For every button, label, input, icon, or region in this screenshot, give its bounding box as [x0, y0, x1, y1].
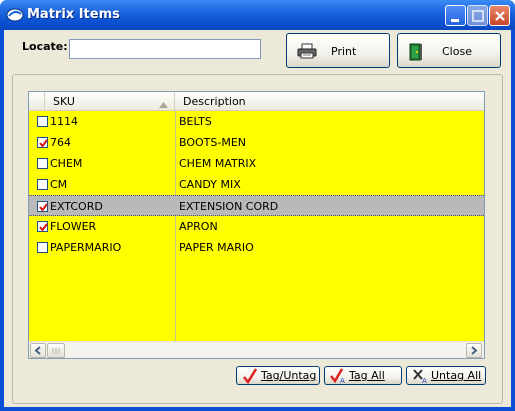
row-checkbox[interactable]: [37, 201, 48, 212]
cell-description: BELTS: [179, 115, 212, 128]
cell-description: EXTENSION CORD: [179, 200, 279, 213]
horizontal-scrollbar[interactable]: [29, 341, 484, 358]
maximize-icon: [472, 10, 484, 22]
printer-icon: [297, 43, 317, 62]
table-row[interactable]: CHEM CHEM MATRIX: [29, 153, 484, 174]
cell-sku: CHEM: [50, 157, 83, 170]
close-x-icon: [495, 11, 505, 21]
row-checkbox[interactable]: [37, 137, 48, 148]
locate-input[interactable]: [69, 39, 261, 59]
cell-sku: 764: [50, 136, 71, 149]
chevron-right-icon: [471, 346, 478, 355]
table-row[interactable]: CM CANDY MIX: [29, 174, 484, 195]
cell-description: BOOTS-MEN: [179, 136, 247, 149]
exit-door-icon: [408, 43, 424, 64]
row-checkbox[interactable]: [37, 242, 48, 253]
chevron-left-icon: [34, 346, 41, 355]
window-close-button[interactable]: [489, 5, 510, 26]
cell-description: CANDY MIX: [179, 178, 241, 191]
header-sku-label: SKU: [53, 95, 75, 108]
close-label: Close: [442, 45, 472, 58]
untag-all-button[interactable]: A Untag All: [406, 366, 486, 385]
items-grid[interactable]: SKU Description 1114 BELTS 764 BOOTS-MEN…: [28, 91, 485, 359]
svg-text:A: A: [422, 377, 427, 384]
cell-description: PAPER MARIO: [179, 241, 254, 254]
app-icon[interactable]: [6, 7, 24, 23]
window-title: Matrix Items: [27, 7, 120, 22]
scroll-thumb[interactable]: [47, 343, 65, 358]
scroll-right-button[interactable]: [466, 343, 482, 358]
untag-all-label: Untag All: [431, 369, 482, 382]
row-checkbox[interactable]: [37, 179, 48, 190]
window-client-area: Locate: Print Close SKU Description 1114…: [4, 30, 511, 407]
matrix-items-window: Matrix Items Locate: Print Close SKU Des…: [0, 0, 515, 411]
checkmark-icon: [39, 223, 48, 232]
minimize-button[interactable]: [445, 5, 466, 26]
table-row[interactable]: 764 BOOTS-MEN: [29, 132, 484, 153]
cell-sku: PAPERMARIO: [50, 241, 122, 254]
table-row[interactable]: EXTCORD EXTENSION CORD: [29, 195, 484, 216]
table-row[interactable]: PAPERMARIO PAPER MARIO: [29, 237, 484, 258]
cell-description: APRON: [179, 220, 218, 233]
row-checkbox[interactable]: [37, 116, 48, 127]
checkmark-icon: [39, 139, 48, 148]
tag-all-button[interactable]: A Tag All: [324, 366, 402, 385]
close-button[interactable]: Close: [397, 33, 501, 68]
grid-rows: 1114 BELTS 764 BOOTS-MEN CHEM CHEM MATRI…: [29, 111, 484, 258]
minimize-icon: [451, 19, 459, 22]
grip-icon: [52, 348, 60, 354]
header-sku[interactable]: SKU: [45, 92, 175, 111]
cell-sku: FLOWER: [50, 220, 97, 233]
sort-ascending-icon: [159, 98, 168, 111]
grid-header: SKU Description: [29, 92, 484, 111]
cell-sku: EXTCORD: [50, 200, 103, 213]
cell-description: CHEM MATRIX: [179, 157, 257, 170]
locate-label: Locate:: [22, 40, 68, 53]
svg-text:A: A: [340, 377, 345, 384]
tag-untag-button[interactable]: Tag/Untag: [236, 366, 320, 385]
x-mark-a-icon: A: [412, 368, 428, 387]
table-row[interactable]: 1114 BELTS: [29, 111, 484, 132]
red-checkmark-icon: [242, 368, 258, 387]
header-description[interactable]: Description: [175, 92, 484, 111]
checkmark-a-icon: A: [330, 368, 346, 387]
row-checkbox[interactable]: [37, 221, 48, 232]
scroll-left-button[interactable]: [30, 343, 46, 358]
table-row[interactable]: FLOWER APRON: [29, 216, 484, 237]
cell-sku: CM: [50, 178, 68, 191]
maximize-button[interactable]: [467, 5, 488, 26]
checkmark-icon: [39, 203, 48, 212]
header-description-label: Description: [183, 95, 246, 108]
print-label: Print: [331, 45, 357, 58]
row-checkbox[interactable]: [37, 158, 48, 169]
tag-untag-label: Tag/Untag: [261, 369, 317, 382]
title-bar[interactable]: Matrix Items: [0, 0, 515, 30]
print-button[interactable]: Print: [286, 33, 390, 68]
tag-all-label: Tag All: [349, 369, 385, 382]
cell-sku: 1114: [50, 115, 78, 128]
header-checkbox-column[interactable]: [29, 92, 45, 111]
